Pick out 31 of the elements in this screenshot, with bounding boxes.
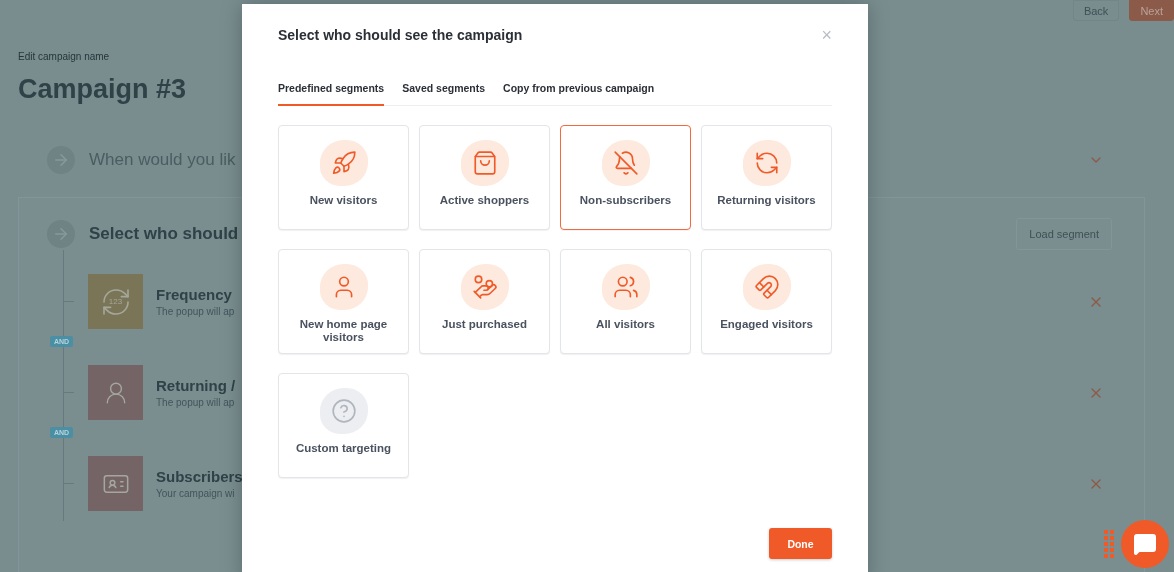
- segment-card[interactable]: Returning visitors: [701, 125, 832, 230]
- condition-title: Returning /: [156, 377, 236, 394]
- segment-card[interactable]: Non-subscribers: [560, 125, 691, 230]
- tab[interactable]: Saved segments: [402, 82, 486, 106]
- tab[interactable]: Copy from previous campaign: [503, 82, 655, 106]
- segment-card[interactable]: New visitors: [278, 125, 409, 230]
- hand-coins-icon: [471, 274, 498, 300]
- users-icon: [612, 274, 639, 300]
- chat-icon: [1133, 532, 1157, 556]
- segment-card[interactable]: Active shoppers: [419, 125, 550, 230]
- tab[interactable]: Predefined segments: [278, 82, 385, 106]
- icon-text: 123: [108, 297, 123, 306]
- dialog-title: Select who should see the campaign: [278, 27, 523, 43]
- refresh-icon: [753, 150, 780, 176]
- page-subtitle: Edit campaign name: [18, 51, 110, 62]
- segment-card[interactable]: Just purchased: [419, 249, 550, 354]
- segment-card[interactable]: New home page visitors: [278, 249, 409, 354]
- bell-off-icon: [612, 150, 639, 176]
- drag-handle-icon[interactable]: [1104, 530, 1114, 558]
- magnet-icon: [753, 274, 780, 300]
- help-icon: [330, 398, 357, 424]
- rocket-icon: [330, 150, 357, 176]
- segment-card[interactable]: Custom targeting: [278, 373, 409, 478]
- chat-button[interactable]: [1121, 520, 1169, 568]
- segment-card[interactable]: All visitors: [560, 249, 691, 354]
- condition-title: Frequency: [156, 286, 233, 303]
- shopping-bag-icon: [471, 150, 498, 176]
- page-title: Campaign #3: [18, 74, 187, 105]
- step-title: Select who should: [89, 224, 239, 244]
- condition-title: Subscribers: [156, 468, 243, 485]
- segment-card[interactable]: Engaged visitors: [701, 249, 832, 354]
